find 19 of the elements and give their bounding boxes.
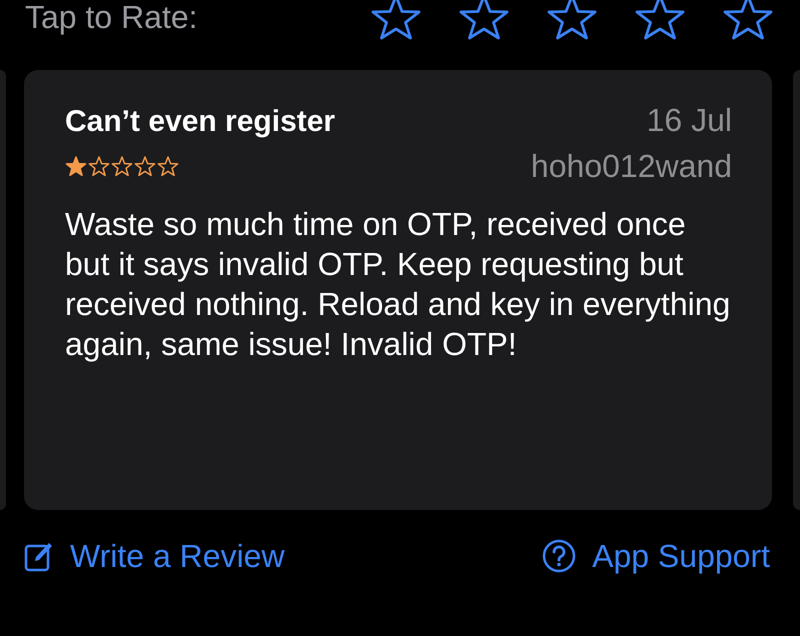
action-link[interactable]: Write a Review [24,532,285,580]
rate-label: Tap to Rate: [25,0,198,37]
star-icon [157,156,179,176]
compose-icon [24,540,54,572]
star-icon[interactable] [458,0,510,40]
star-icon[interactable] [722,0,774,40]
star-icon [88,156,110,176]
review-date: 16 Jul [646,101,732,140]
star-icon[interactable] [370,0,422,40]
action-link[interactable]: App Support [542,532,770,580]
star-icon [65,156,87,176]
star-icon[interactable] [634,0,686,40]
star-icon [134,156,156,176]
help-icon [542,539,576,573]
star-icon[interactable] [546,0,598,40]
review-author: hoho012wand [530,147,732,186]
review-body: Waste so much time on OTP, received once but it says invalid OTP. Keep requesting but received nothing. Reload and key in everything again, same issue! Invalid OTP! [65,205,732,364]
review-title: Can’t even register [65,104,336,140]
star-icon [111,156,133,176]
